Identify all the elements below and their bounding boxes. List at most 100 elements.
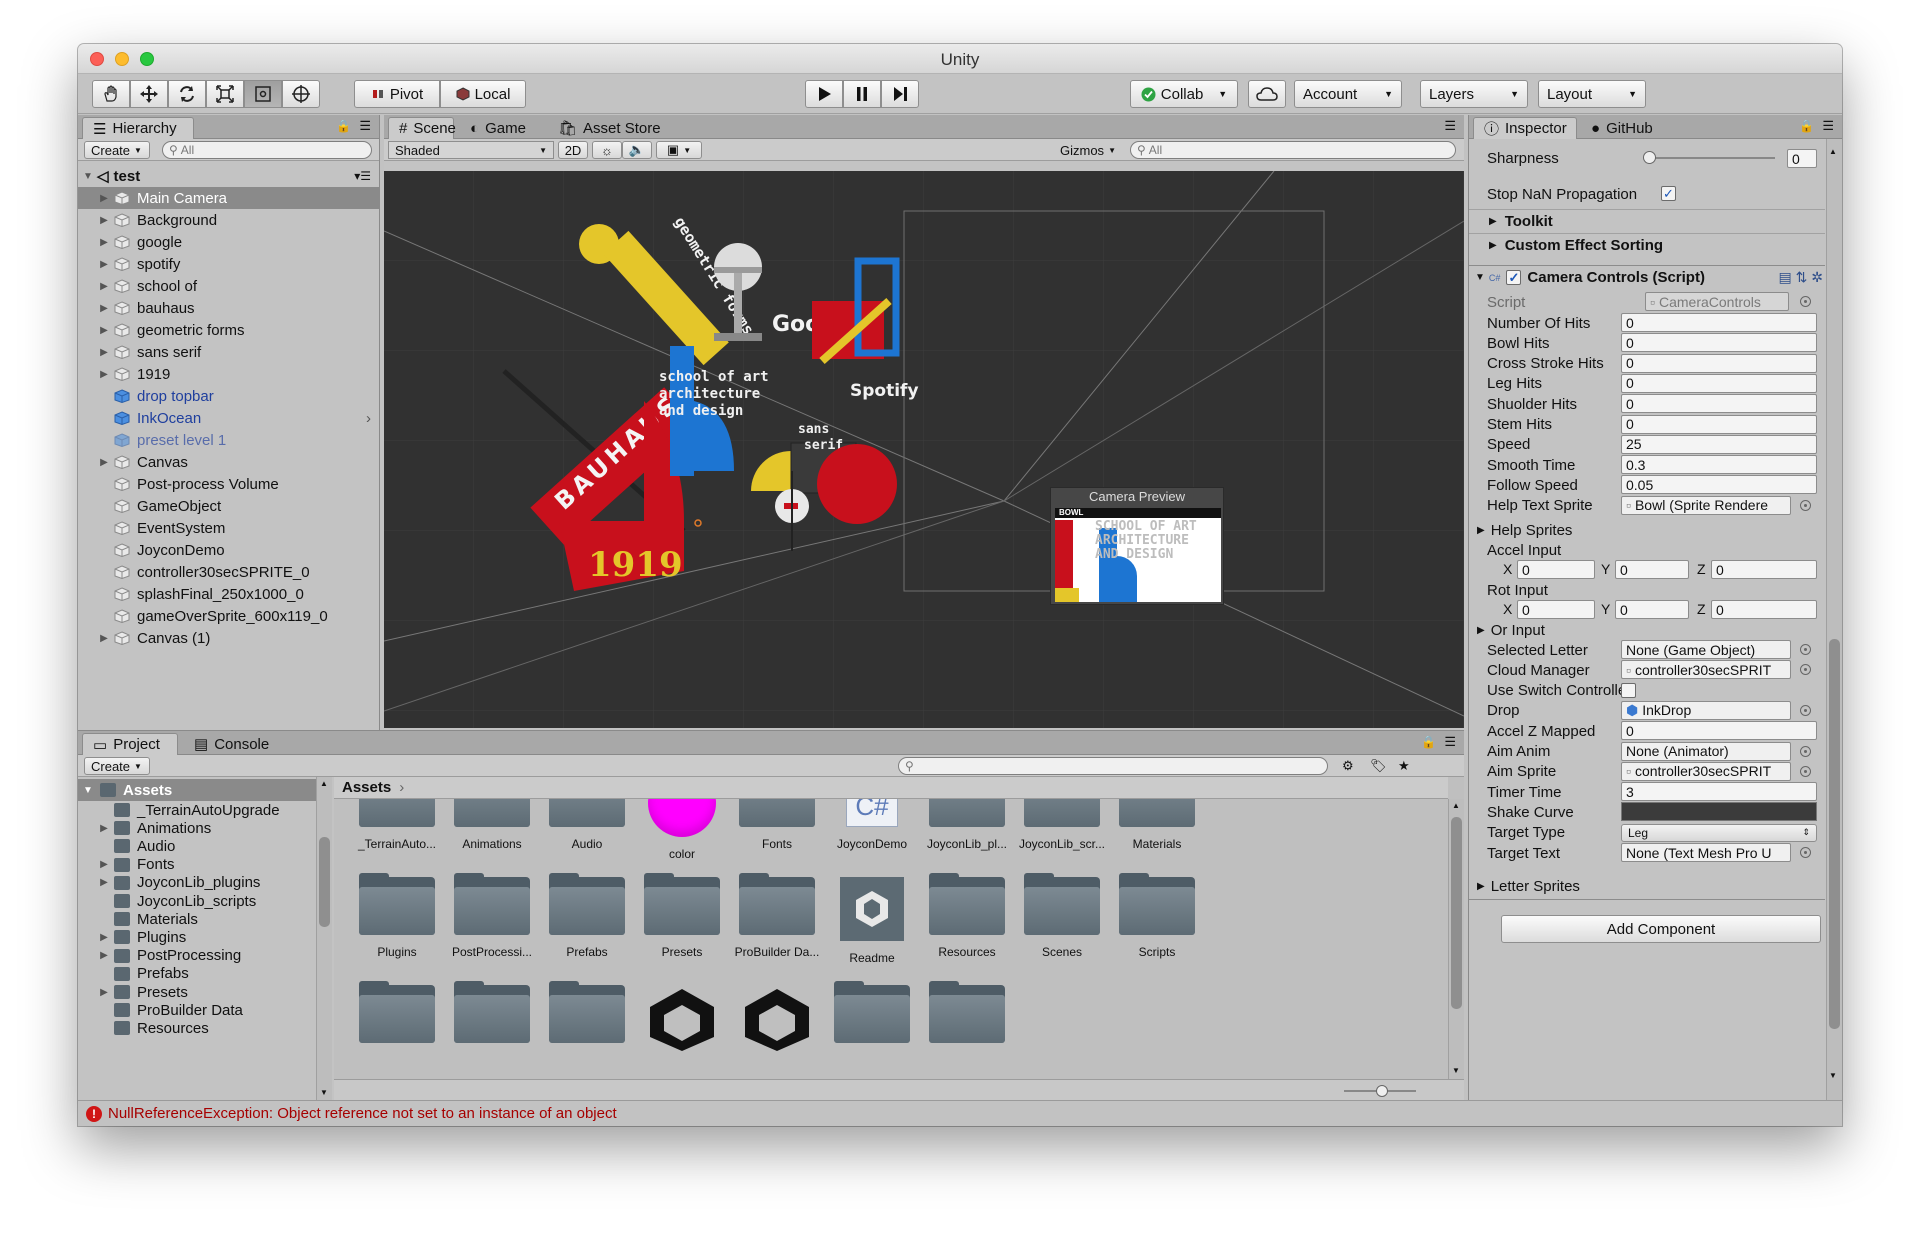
asset-item[interactable]: Plugins [342, 873, 452, 959]
scene-viewport[interactable]: geometric forms BAUHAUS 1919 Google Spot… [384, 171, 1464, 728]
asset-item[interactable] [437, 981, 547, 1053]
expand-triangle-icon[interactable]: ▶ [98, 823, 110, 834]
layers-dropdown[interactable]: Layers ▼ [1420, 80, 1528, 108]
asset-item[interactable]: Animations [437, 799, 547, 851]
component-enabled-checkbox[interactable]: ✓ [1506, 270, 1522, 285]
asset-item[interactable] [627, 985, 737, 1061]
play-button[interactable] [805, 80, 843, 108]
asset-item[interactable]: JoyconLib_pl... [912, 799, 1022, 851]
tab-hierarchy[interactable]: ☰ Hierarchy [82, 117, 194, 139]
hierarchy-item[interactable]: ▶ 1919 [78, 363, 379, 385]
hierarchy-item[interactable]: ▶ Canvas [78, 451, 379, 473]
tree-folder-item[interactable]: ▶ Plugins [78, 928, 316, 946]
object-picker-icon[interactable] [1800, 745, 1811, 757]
transform-tool-button[interactable] [282, 80, 320, 108]
asset-item[interactable] [532, 981, 642, 1053]
star-icon[interactable]: ★ [1398, 758, 1410, 774]
field-checkbox[interactable] [1621, 682, 1636, 698]
asset-item[interactable]: Prefabs [532, 873, 642, 959]
field-value-input[interactable]: 0 [1621, 373, 1817, 393]
expand-triangle-icon[interactable]: ▶ [98, 303, 110, 314]
scene-menu-icon[interactable]: ▾☰ [354, 169, 371, 183]
asset-item[interactable]: Readme [817, 877, 927, 965]
hierarchy-item[interactable]: controller30secSPRITE_0 [78, 561, 379, 583]
expand-triangle-icon[interactable]: ▶ [98, 215, 110, 226]
rot-y-field[interactable]: 0 [1615, 600, 1689, 619]
lighting-toggle[interactable]: ☼ [592, 141, 622, 159]
field-value-input[interactable]: 0 [1621, 721, 1817, 741]
panel-menu-icon[interactable]: ☰ [1444, 118, 1456, 134]
move-tool-button[interactable] [130, 80, 168, 108]
shading-mode-dropdown[interactable]: Shaded ▼ [388, 141, 554, 159]
tree-folder-item[interactable]: Audio [78, 837, 316, 855]
expand-triangle-icon[interactable]: ▶ [98, 932, 110, 943]
help-sprites-row[interactable]: ▶ Help Sprites [1477, 519, 1572, 541]
panel-menu-icon[interactable]: ☰ [1822, 118, 1834, 134]
object-picker-icon[interactable] [1800, 765, 1811, 777]
tab-scene[interactable]: # Scene [388, 117, 456, 139]
cloud-button[interactable] [1248, 80, 1286, 108]
letter-sprites-row[interactable]: ▶ Letter Sprites [1477, 875, 1580, 897]
object-picker-icon[interactable] [1800, 296, 1811, 307]
inspector-scrollbar[interactable]: ▲ ▼ [1826, 139, 1842, 1100]
hierarchy-item[interactable]: ▶ school of [78, 275, 379, 297]
project-search-input[interactable]: ⚲ [898, 757, 1328, 775]
pivot-toggle[interactable]: Pivot [354, 80, 440, 108]
scroll-up-icon[interactable]: ▲ [320, 779, 328, 788]
lock-icon[interactable]: 🔒 [336, 119, 351, 133]
step-button[interactable] [881, 80, 919, 108]
asset-item[interactable]: PostProcessi... [437, 873, 547, 959]
hierarchy-item[interactable]: ▶ google [78, 231, 379, 253]
scene-root-row[interactable]: ▼ ◁ test ▾☰ [78, 165, 379, 187]
field-value-input[interactable]: 3 [1621, 782, 1817, 802]
filter-type-icon[interactable]: ⚙ [1342, 758, 1354, 774]
hierarchy-item[interactable]: EventSystem [78, 517, 379, 539]
scrollbar-thumb[interactable] [319, 837, 330, 927]
object-field[interactable]: None (Game Object) [1621, 640, 1791, 659]
object-picker-icon[interactable] [1800, 704, 1811, 716]
custom-sorting-section[interactable]: ▶ Custom Effect Sorting [1469, 233, 1825, 257]
expand-triangle-icon[interactable]: ▶ [98, 369, 110, 380]
object-field[interactable]: ⬢ InkDrop [1621, 700, 1791, 720]
sharpness-value-field[interactable]: 0 [1787, 149, 1817, 168]
hierarchy-create-button[interactable]: Create ▼ [84, 141, 150, 159]
expand-triangle-icon[interactable]: ▶ [98, 347, 110, 358]
tree-folder-item[interactable]: ▶ JoyconLib_plugins [78, 874, 316, 892]
tree-folder-item[interactable]: ▶ Animations [78, 819, 316, 837]
hierarchy-item[interactable]: drop topbar [78, 385, 379, 407]
asset-item[interactable]: JoyconLib_scr... [1007, 799, 1117, 851]
object-picker-icon[interactable] [1800, 644, 1811, 655]
camera-controls-header[interactable]: ▼ C# ✓ Camera Controls (Script) ▤ ⇅ ✲ [1469, 265, 1825, 289]
field-value-input[interactable]: 0 [1621, 414, 1817, 434]
field-value-input[interactable]: 0 [1621, 394, 1817, 414]
tree-folder-item[interactable]: ▶ Presets [78, 983, 316, 1001]
hierarchy-item[interactable]: gameOverSprite_600x119_0 [78, 605, 379, 627]
expand-triangle-icon[interactable]: ▶ [98, 633, 110, 644]
scroll-down-icon[interactable]: ▼ [1452, 1066, 1460, 1075]
object-field[interactable]: None (Animator) [1621, 741, 1791, 761]
rotate-tool-button[interactable] [168, 80, 206, 108]
hierarchy-item[interactable]: ▶ sans serif [78, 341, 379, 363]
hierarchy-item[interactable]: JoyconDemo [78, 539, 379, 561]
asset-item[interactable] [817, 981, 927, 1053]
hierarchy-item[interactable]: preset level 1 [78, 429, 379, 451]
hierarchy-item[interactable]: Post-process Volume [78, 473, 379, 495]
expand-triangle-icon[interactable]: ▶ [98, 950, 110, 961]
or-input-row[interactable]: ▶ Or Input [1477, 619, 1545, 641]
tab-inspector[interactable]: ⓘ Inspector [1473, 117, 1577, 139]
object-picker-icon[interactable] [1800, 847, 1811, 858]
expand-triangle-icon[interactable]: ▶ [98, 859, 110, 870]
hierarchy-item[interactable]: splashFinal_250x1000_0 [78, 583, 379, 605]
asset-item[interactable]: Materials [1102, 799, 1212, 851]
toolkit-section[interactable]: ▶ Toolkit [1469, 209, 1825, 233]
tab-game[interactable]: ◐ Game [460, 117, 536, 139]
tree-scrollbar[interactable]: ▲ ▼ [316, 777, 332, 1100]
scroll-down-icon[interactable]: ▼ [320, 1088, 328, 1097]
hierarchy-item[interactable]: ▶ Canvas (1) [78, 627, 379, 649]
tree-folder-item[interactable]: ProBuilder Data [78, 1001, 316, 1019]
asset-item[interactable]: Resources [912, 873, 1022, 959]
hand-tool-button[interactable] [92, 80, 130, 108]
breadcrumb-assets[interactable]: Assets [342, 779, 391, 796]
asset-item[interactable]: _TerrainAuto... [342, 799, 452, 851]
hierarchy-item[interactable]: ▶ bauhaus [78, 297, 379, 319]
